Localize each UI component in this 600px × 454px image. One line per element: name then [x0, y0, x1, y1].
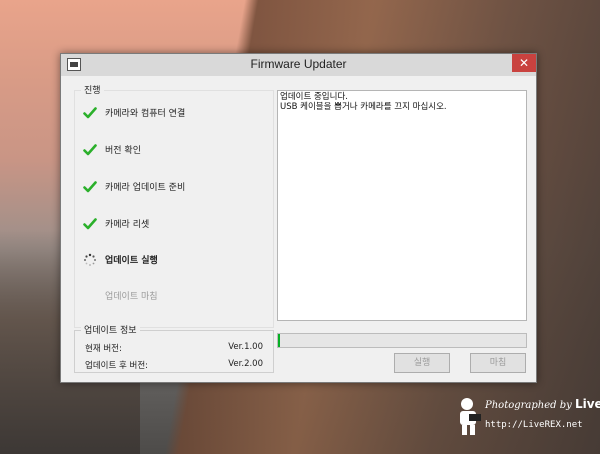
close-button[interactable]: ✕ [512, 54, 536, 72]
watermark-url: http://LiveREX.net [485, 420, 583, 430]
step-label: 카메라 리셋 [105, 220, 150, 230]
step-label: 카메라와 컴퓨터 연결 [105, 109, 186, 119]
step-finish: 업데이트 마침 [83, 287, 263, 305]
step-label: 업데이트 실행 [105, 256, 158, 266]
step-label: 업데이트 마침 [105, 292, 158, 302]
step-version-check: 버전 확인 [83, 141, 263, 159]
step-reset: 카메라 리셋 [83, 215, 263, 233]
update-info-label: 업데이트 정보 [81, 323, 140, 336]
progress-group: 진행 카메라와 컴퓨터 연결 버전 확인 카메라 업데이트 준비 카메라 리셋 [74, 83, 274, 328]
update-info-group: 업데이트 정보 현재 버전: Ver.1.00 업데이트 후 버전: Ver.2… [74, 323, 274, 373]
title-bar[interactable]: Firmware Updater ✕ [61, 54, 536, 76]
progress-group-label: 진행 [81, 83, 104, 96]
check-icon [83, 216, 97, 230]
after-version-value: Ver.2.00 [228, 359, 263, 369]
photographer-watermark: Photographed by LiveREX http://LiveREX.n… [455, 392, 600, 442]
status-log[interactable]: 업데이트 중입니다. USB 케이블을 뽑거나 카메라를 끄지 마십시오. [277, 90, 527, 321]
step-connect: 카메라와 컴퓨터 연결 [83, 104, 263, 122]
finish-button[interactable]: 마침 [470, 353, 526, 373]
after-version-label: 업데이트 후 버전: [85, 361, 149, 371]
check-icon [83, 142, 97, 156]
watermark-brand: LiveREX [574, 397, 600, 411]
progress-fill [278, 334, 281, 347]
window-title: Firmware Updater [250, 57, 347, 71]
check-icon [83, 105, 97, 119]
photographer-silhouette-icon [460, 398, 481, 435]
step-run-update: 업데이트 실행 [83, 251, 263, 269]
run-button[interactable]: 실행 [394, 353, 450, 373]
log-line: 업데이트 중입니다. [280, 92, 348, 102]
current-version-label: 현재 버전: [85, 344, 122, 354]
after-version-row: 업데이트 후 버전: Ver.2.00 [85, 359, 263, 371]
watermark-prefix: Photographed by [485, 400, 572, 411]
log-line: USB 케이블을 뽑거나 카메라를 끄지 마십시오. [280, 102, 447, 112]
step-label: 카메라 업데이트 준비 [105, 183, 186, 193]
spinner-icon [83, 252, 97, 266]
current-version-row: 현재 버전: Ver.1.00 [85, 342, 263, 354]
update-progress-bar [277, 333, 527, 348]
check-icon [83, 179, 97, 193]
current-version-value: Ver.1.00 [228, 342, 263, 352]
step-label: 버전 확인 [105, 146, 141, 156]
step-prepare: 카메라 업데이트 준비 [83, 178, 263, 196]
watermark-credit: Photographed by LiveREX [485, 397, 600, 411]
firmware-updater-window: Firmware Updater ✕ 진행 카메라와 컴퓨터 연결 버전 확인 … [60, 53, 537, 383]
